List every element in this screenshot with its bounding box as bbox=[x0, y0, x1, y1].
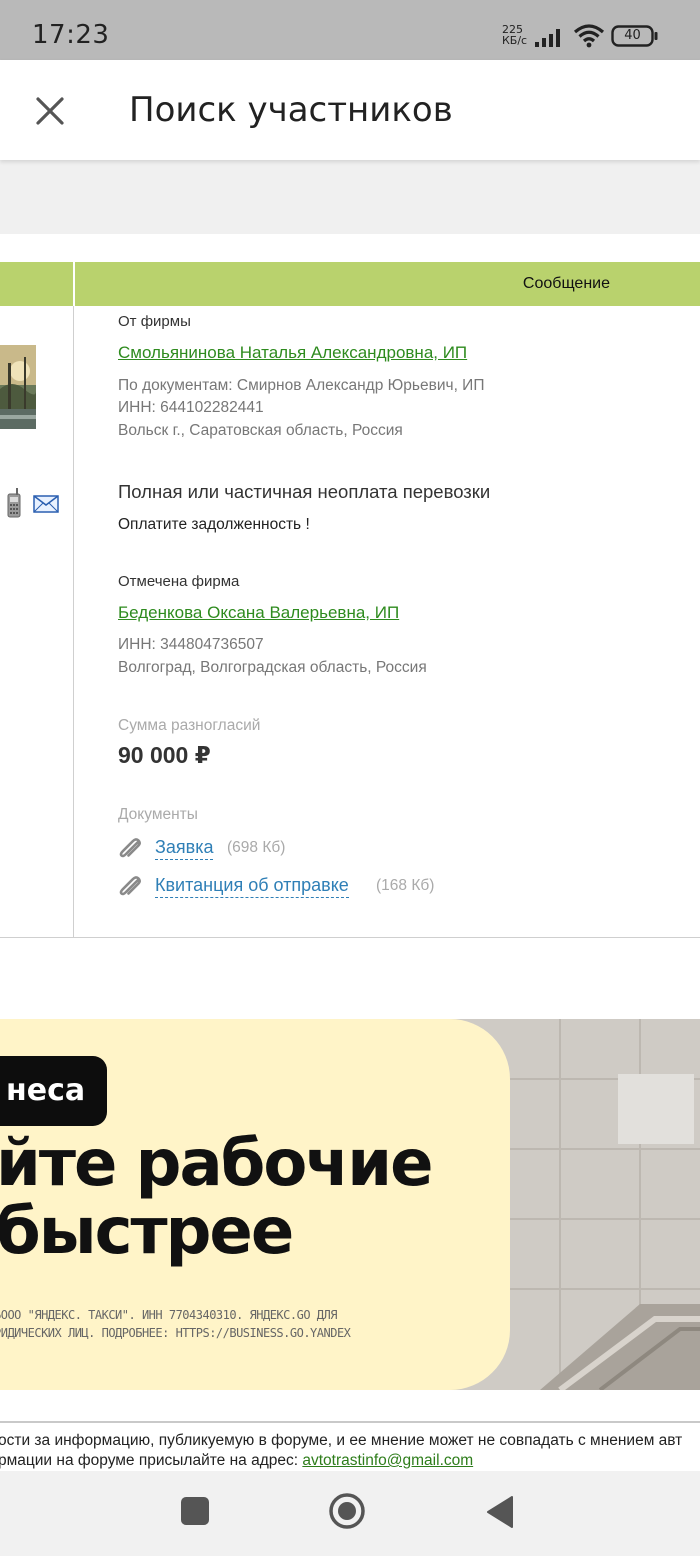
banner-headline: быстрее bbox=[0, 1195, 294, 1269]
message-subject: Полная или частичная неоплата перевозки bbox=[118, 481, 491, 502]
from-company-label: От фирмы bbox=[118, 313, 191, 330]
battery-level: 40 bbox=[624, 28, 641, 43]
close-icon[interactable] bbox=[28, 86, 72, 134]
banner-legal-text: ЬООО "ЯНДЕКС. ТАКСИ". ИНН 7704340310. ЯН… bbox=[0, 1308, 337, 1322]
column-header-message: Сообщение bbox=[522, 275, 610, 292]
footer-disclaimer: ости за информацию, публикуемую в форуме… bbox=[0, 1432, 683, 1449]
home-button[interactable] bbox=[328, 1492, 366, 1530]
battery-icon: 40 bbox=[611, 25, 659, 47]
dispute-sum-label: Сумма разногласий bbox=[118, 717, 261, 734]
status-time: 17:23 bbox=[32, 20, 110, 50]
marked-company-link[interactable]: Беденкова Оксана Валерьевна, ИП bbox=[118, 603, 399, 623]
signal-icon bbox=[535, 29, 560, 47]
footer-divider bbox=[0, 1421, 700, 1423]
wifi-icon bbox=[573, 24, 605, 48]
paperclip-icon bbox=[119, 876, 141, 896]
marked-company-address: Волгоград, Волгоградская область, Россия bbox=[118, 659, 427, 676]
document-size: (168 Кб) bbox=[376, 877, 435, 894]
from-company-address: Вольск г., Саратовская область, Россия bbox=[118, 422, 403, 439]
message-text: Оплатите задолженность ! bbox=[118, 516, 310, 533]
footer-contact-text: рмации на форуме присылайте на адрес: bbox=[0, 1452, 303, 1469]
document-link-receipt[interactable]: Квитанция об отправке bbox=[155, 875, 349, 898]
document-link-request[interactable]: Заявка bbox=[155, 837, 214, 860]
system-nav-bar bbox=[0, 1471, 700, 1556]
document-size: (698 Кб) bbox=[227, 839, 286, 856]
from-company-inn: ИНН: 644102282441 bbox=[118, 399, 264, 416]
recent-apps-button[interactable] bbox=[181, 1497, 209, 1525]
documents-label: Документы bbox=[118, 806, 198, 823]
back-button[interactable] bbox=[486, 1495, 514, 1529]
page-title: Поиск участников bbox=[129, 90, 453, 130]
mail-icon[interactable] bbox=[33, 494, 59, 514]
marked-company-inn: ИНН: 344804736507 bbox=[118, 636, 264, 653]
marked-company-label: Отмечена фирма bbox=[118, 573, 240, 590]
banner-legal-text: РИДИЧЕСКИХ ЛИЦ. ПОДРОБНЕЕ: HTTPS://BUSIN… bbox=[0, 1326, 351, 1340]
banner-badge: неса bbox=[0, 1056, 108, 1126]
app-header: Поиск участников bbox=[0, 60, 700, 160]
status-bar: 17:23 225 КБ/с 40 bbox=[0, 0, 700, 60]
paperclip-icon bbox=[119, 838, 141, 858]
column-divider bbox=[73, 306, 74, 938]
footer-email-link[interactable]: avtotrastinfo@gmail.com bbox=[302, 1452, 473, 1469]
toolbar-band bbox=[0, 160, 700, 234]
from-company-link[interactable]: Смольянинова Наталья Александровна, ИП bbox=[118, 343, 467, 363]
footer-contact: рмации на форуме присылайте на адрес: av… bbox=[0, 1452, 473, 1470]
dispute-sum-value: 90 000 ₽ bbox=[118, 742, 211, 768]
network-speed: 225 КБ/с bbox=[502, 23, 528, 47]
ad-banner[interactable]: неса йте рабочие быстрее ЬООО "ЯНДЕКС. Т… bbox=[0, 1019, 700, 1390]
banner-headline: йте рабочие bbox=[0, 1127, 433, 1201]
phone-icon[interactable] bbox=[5, 488, 23, 518]
from-company-documents: По документам: Смирнов Александр Юрьевич… bbox=[118, 377, 485, 394]
table-border bbox=[0, 937, 700, 938]
company-avatar[interactable] bbox=[0, 345, 36, 429]
column-divider bbox=[73, 262, 75, 306]
